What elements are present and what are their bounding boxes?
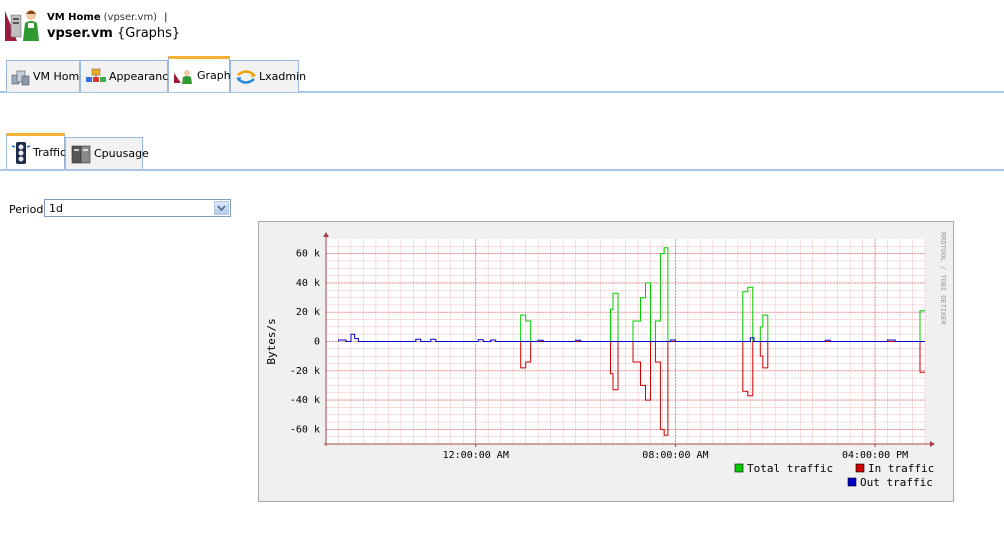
tab-lxadmin-label: Lxadmin: [259, 70, 307, 83]
tab-traffic-label: Traffic: [33, 146, 67, 159]
rrdtool-watermark: RRDTOOL / TOBI OETIKER: [939, 232, 947, 326]
x-tick-label: 12:00:00 AM: [443, 450, 509, 461]
page-title: vpser.vm {Graphs}: [47, 26, 180, 41]
page-title-main: vpser.vm: [47, 26, 113, 41]
tab-graphs[interactable]: Graphs: [168, 56, 236, 92]
tab-lxadmin[interactable]: Lxadmin: [230, 60, 306, 92]
period-select[interactable]: 1d: [44, 199, 231, 217]
page-title-sub: {Graphs}: [117, 26, 181, 41]
legend-swatch: [734, 463, 744, 473]
period-label: Period: [9, 203, 44, 216]
traffic-graph: 60 k 40 k 20 k 0 -20 k -40 k -60 k 12:00:00 AM 0…: [258, 221, 954, 502]
tab-appearance-label: Appearance: [109, 70, 176, 83]
y-axis-title: Bytes/s: [265, 318, 278, 364]
tab-vm-home-label: VM Home: [33, 70, 86, 83]
tab-appearance[interactable]: Appearance: [80, 60, 175, 92]
y-tick-label: -20 k: [290, 366, 320, 377]
period-select-value: 1d: [49, 201, 63, 215]
tab-vm-home[interactable]: VM Home: [6, 60, 86, 92]
breadcrumb-separator: |: [164, 12, 168, 23]
x-tick-label: 08:00:00 AM: [642, 450, 708, 461]
breadcrumb-home-link[interactable]: VM Home: [47, 12, 101, 23]
legend-label: In traffic: [868, 462, 934, 475]
vm-user-icon: [5, 10, 39, 41]
tab-cpuusage[interactable]: Cpuusage: [65, 137, 149, 169]
y-tick-label: -60 k: [290, 424, 320, 435]
y-axis-arrow: [323, 232, 329, 237]
tab-traffic[interactable]: Traffic: [6, 133, 67, 169]
graphs-icon: [174, 69, 192, 84]
x-tick-label: 04:00:00 PM: [842, 450, 908, 461]
breadcrumb-home-sub: (vpser.vm): [103, 12, 158, 23]
legend-label: Out traffic: [860, 476, 933, 489]
y-tick-label: 20 k: [296, 307, 320, 318]
chevron-down-icon[interactable]: [214, 201, 229, 215]
y-tick-label: 60 k: [296, 249, 320, 260]
y-tick-label: 0: [314, 337, 320, 348]
y-tick-label: 40 k: [296, 278, 320, 289]
y-tick-label: -40 k: [290, 395, 320, 406]
appearance-icon: [86, 68, 106, 82]
x-axis-arrow: [930, 441, 935, 447]
tab-cpuusage-label: Cpuusage: [94, 147, 149, 160]
legend-swatch: [847, 477, 857, 487]
legend-label: Total traffic: [747, 462, 833, 475]
breadcrumb: VM Home (vpser.vm) |: [47, 12, 167, 23]
cpuusage-icon: [71, 145, 91, 163]
sub-tab-bar-line: [0, 169, 1004, 171]
vm-home-icon: [11, 70, 30, 85]
lxadmin-icon: [236, 69, 256, 84]
legend-swatch: [855, 463, 865, 473]
traffic-chart-svg: 60 k 40 k 20 k 0 -20 k -40 k -60 k 12:00:00 AM 0…: [265, 232, 947, 489]
traffic-icon: [11, 141, 31, 164]
